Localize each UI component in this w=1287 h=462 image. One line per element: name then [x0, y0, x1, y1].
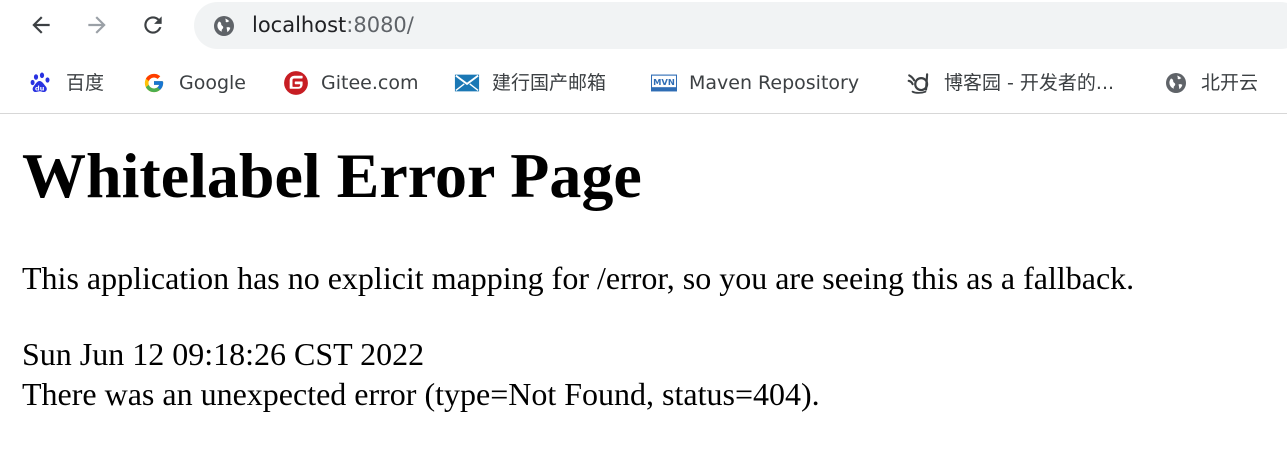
baidu-paw-icon: du: [28, 70, 54, 96]
mvn-icon: MVN: [651, 70, 677, 96]
bookmark-google[interactable]: Google: [141, 64, 246, 102]
url-rest: :8080/: [346, 13, 414, 37]
bookmarks-bar: du 百度 Google Gitee.com 建行国产邮箱 MVN Maven …: [0, 64, 1287, 102]
bookmark-label: 百度: [66, 72, 105, 94]
reload-icon: [144, 16, 162, 34]
error-status: There was an unexpected error (type=Not …: [22, 376, 820, 412]
url-host: localhost: [252, 13, 347, 37]
cnblogs-icon: [906, 70, 932, 96]
bookmark-label: 博客园 - 开发者的...: [944, 72, 1115, 94]
bookmark-label: Maven Repository: [689, 72, 860, 94]
browser-chrome: localhost:8080/ du 百度 Google Gitee.com 建…: [0, 0, 1287, 114]
arrow-left-icon: [32, 16, 50, 34]
arrow-right-icon: [88, 16, 106, 34]
globe-icon: [214, 16, 234, 36]
google-g-icon: [141, 70, 167, 96]
globe-icon: [1163, 70, 1189, 96]
browser-toolbar: localhost:8080/: [0, 0, 1287, 52]
reload-button[interactable]: [136, 8, 170, 42]
bookmark-baidu[interactable]: du 百度: [28, 64, 104, 102]
address-bar-url: localhost:8080/: [252, 11, 414, 39]
bookmark-label: Google: [179, 72, 247, 94]
error-message: This application has no explicit mapping…: [22, 260, 1135, 296]
svg-text:du: du: [35, 84, 45, 92]
bookmark-label: 北开云: [1201, 72, 1259, 94]
bookmark-gitee[interactable]: Gitee.com: [283, 64, 418, 102]
error-details: Sun Jun 12 09:18:26 CST 2022 There was a…: [22, 334, 820, 414]
address-bar[interactable]: localhost:8080/: [194, 2, 1287, 49]
error-timestamp: Sun Jun 12 09:18:26 CST 2022: [22, 336, 425, 372]
bookmark-label: 建行国产邮箱: [492, 72, 607, 94]
forward-button[interactable]: [80, 8, 114, 42]
bookmark-label: Gitee.com: [321, 72, 419, 94]
gitee-icon: [283, 70, 309, 96]
bookmark-ccb-mail[interactable]: 建行国产邮箱: [454, 64, 606, 102]
bookmark-beikaiyun[interactable]: 北开云: [1163, 64, 1258, 102]
bookmark-maven[interactable]: MVN Maven Repository: [651, 64, 859, 102]
page-title: Whitelabel Error Page: [22, 140, 642, 211]
back-button[interactable]: [24, 8, 58, 42]
svg-text:MVN: MVN: [653, 77, 675, 87]
mail-envelope-icon: [454, 70, 480, 96]
bookmark-cnblogs[interactable]: 博客园 - 开发者的...: [906, 64, 1114, 102]
